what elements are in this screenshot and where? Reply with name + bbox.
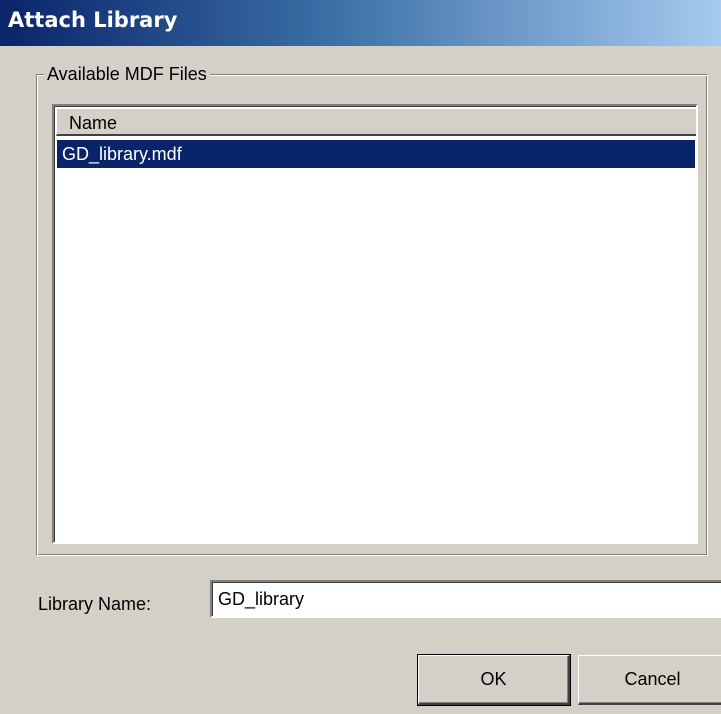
list-item-name: GD_library.mdf: [62, 144, 182, 164]
library-name-label: Library Name:: [38, 594, 152, 614]
column-header-name-label: Name: [69, 113, 118, 133]
title-bar[interactable]: Attach Library: [0, 0, 721, 46]
mdf-files-list[interactable]: Name GD_library.mdf: [52, 104, 698, 544]
dialog-title: Attach Library: [8, 8, 178, 32]
ok-button[interactable]: OK: [417, 654, 571, 706]
available-files-group-label: Available MDF Files: [44, 62, 210, 86]
cancel-button[interactable]: Cancel: [578, 655, 721, 705]
library-name-input[interactable]: [210, 580, 721, 618]
attach-library-dialog: Attach Library Available MDF Files Name …: [0, 0, 721, 714]
list-item[interactable]: GD_library.mdf: [57, 140, 695, 168]
column-header-name[interactable]: Name: [56, 108, 696, 136]
